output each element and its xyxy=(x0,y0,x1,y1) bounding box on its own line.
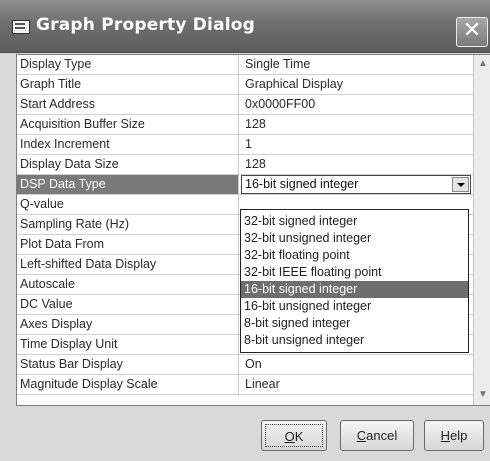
property-value[interactable]: On xyxy=(241,355,473,374)
property-name: Q-value xyxy=(17,195,239,214)
property-name: Magnitude Display Scale xyxy=(17,375,239,394)
dsp-data-type-dropdown-list[interactable]: 32-bit signed integer 32-bit unsigned int… xyxy=(240,209,469,353)
property-name: Sampling Rate (Hz) xyxy=(17,215,239,234)
property-row[interactable]: Graph Title Graphical Display xyxy=(17,75,473,95)
property-value[interactable]: Linear xyxy=(241,375,473,394)
property-name: Acquisition Buffer Size xyxy=(17,115,239,134)
property-value[interactable]: 128 xyxy=(241,155,473,174)
dropdown-option[interactable]: 32-bit unsigned integer xyxy=(241,230,468,247)
property-name: Plot Data From xyxy=(17,235,239,254)
ok-button[interactable]: OK xyxy=(261,420,327,451)
dropdown-option[interactable]: 32-bit signed integer xyxy=(241,213,468,230)
dropdown-option[interactable]: 8-bit signed integer xyxy=(241,315,468,332)
title-bar[interactable]: Graph Property Dialog ✕ xyxy=(0,0,490,53)
property-row[interactable]: Acquisition Buffer Size 128 xyxy=(17,115,473,135)
property-row[interactable]: Start Address 0x0000FF00 xyxy=(17,95,473,115)
chevron-down-icon[interactable] xyxy=(452,177,469,192)
property-row[interactable]: DSP Data Type 16-bit signed integer xyxy=(17,175,473,195)
property-value[interactable]: 1 xyxy=(241,135,473,154)
property-name: Display Type xyxy=(17,55,239,74)
property-row[interactable]: Display Data Size 128 xyxy=(17,155,473,175)
property-name: DC Value xyxy=(17,295,239,314)
property-name: Axes Display xyxy=(17,315,239,334)
property-value[interactable]: Graphical Display xyxy=(241,75,473,94)
property-name: Index Increment xyxy=(17,135,239,154)
property-name: DSP Data Type xyxy=(17,175,239,194)
help-button[interactable]: Help xyxy=(424,420,484,451)
dropdown-option[interactable]: 16-bit signed integer xyxy=(241,281,468,298)
dropdown-option[interactable]: 8-bit unsigned integer xyxy=(241,332,468,349)
vertical-scrollbar[interactable]: ▲ ▼ xyxy=(473,55,490,405)
dialog-title: Graph Property Dialog xyxy=(36,15,256,35)
property-name: Autoscale xyxy=(17,275,239,294)
property-row[interactable]: Index Increment 1 xyxy=(17,135,473,155)
property-name: Status Bar Display xyxy=(17,355,239,374)
property-value[interactable]: 0x0000FF00 xyxy=(241,95,473,114)
property-name: Time Display Unit xyxy=(17,335,239,354)
dropdown-option[interactable]: 32-bit floating point xyxy=(241,247,468,264)
graph-property-dialog: Graph Property Dialog ✕ Display Type Sing… xyxy=(0,0,490,461)
dropdown-option[interactable]: 16-bit unsigned integer xyxy=(241,298,468,315)
property-name: Graph Title xyxy=(17,75,239,94)
dsp-data-type-combobox[interactable]: 16-bit signed integer xyxy=(241,175,471,194)
close-icon[interactable]: ✕ xyxy=(456,17,488,47)
property-name: Left-shifted Data Display xyxy=(17,255,239,274)
property-name: Display Data Size xyxy=(17,155,239,174)
dropdown-option[interactable]: 32-bit IEEE floating point xyxy=(241,264,468,281)
property-row[interactable]: Magnitude Display Scale Linear xyxy=(17,375,473,395)
scroll-down-icon[interactable]: ▼ xyxy=(475,387,490,403)
property-value[interactable]: Single Time xyxy=(241,55,473,74)
property-row[interactable]: Display Type Single Time xyxy=(17,55,473,75)
scroll-up-icon[interactable]: ▲ xyxy=(475,56,490,72)
combobox-value: 16-bit signed integer xyxy=(245,177,359,191)
window-icon xyxy=(12,20,30,34)
property-name: Start Address xyxy=(17,95,239,114)
property-value[interactable]: 128 xyxy=(241,115,473,134)
property-row[interactable]: Status Bar Display On xyxy=(17,355,473,375)
cancel-button[interactable]: Cancel xyxy=(340,420,414,451)
